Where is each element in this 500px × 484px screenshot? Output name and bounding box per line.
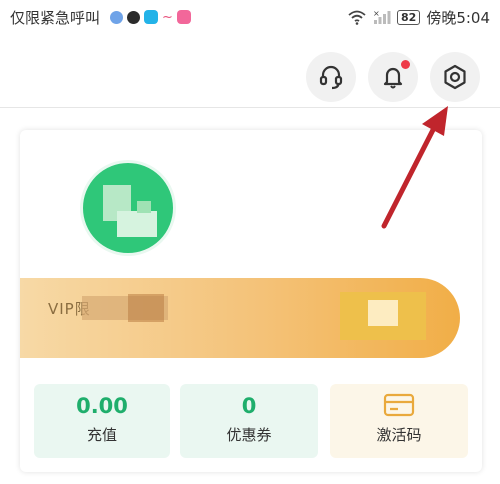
notification-badge (401, 60, 410, 69)
status-right: × 82 傍晚5:04 (347, 7, 490, 28)
activation-code-tile[interactable]: 激活码 (330, 384, 468, 458)
status-left: 仅限紧急呼叫 ~ (10, 7, 191, 28)
coupon-count: 0 (241, 394, 257, 418)
carrier-text: 仅限紧急呼叫 (10, 8, 101, 27)
svg-text:×: × (373, 9, 380, 18)
recharge-tile[interactable]: 0.00 充值 (34, 384, 170, 458)
activation-code-label: 激活码 (376, 426, 422, 444)
balance-value: 0.00 (76, 394, 128, 418)
status-bar: 仅限紧急呼叫 ~ × 82 傍晚5:04 (0, 0, 500, 34)
coupon-label: 优惠券 (226, 426, 272, 444)
wifi-icon (348, 10, 366, 25)
clock: 傍晚5:04 (426, 8, 490, 27)
settings-icon (444, 64, 466, 90)
settings-button[interactable] (430, 52, 480, 102)
signal-icon: × (373, 9, 391, 24)
notification-icons: ~ (110, 10, 191, 25)
annotation-arrow (381, 106, 448, 229)
notifications-button[interactable] (368, 52, 418, 102)
vip-banner[interactable]: VIP限 (20, 278, 460, 358)
card-icon (383, 393, 415, 417)
browser-app-icon (144, 10, 159, 24)
battery-icon: 82 (397, 9, 421, 25)
headset-icon (319, 65, 343, 90)
pink-app-icon (176, 10, 191, 24)
recharge-label: 充值 (86, 426, 117, 444)
customer-service-button[interactable] (306, 52, 356, 102)
coupon-tile[interactable]: 0 优惠券 (180, 384, 318, 458)
globe-app-icon (110, 10, 124, 24)
avatar[interactable] (80, 160, 176, 256)
dark-circle-app-icon (127, 10, 141, 24)
signal-app-icon: ~ (162, 9, 173, 25)
